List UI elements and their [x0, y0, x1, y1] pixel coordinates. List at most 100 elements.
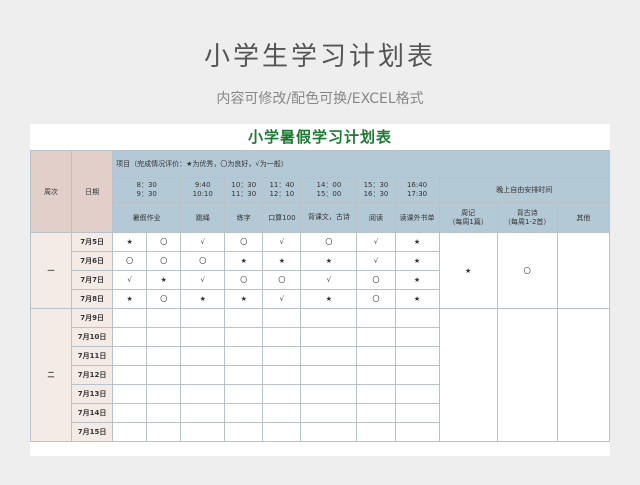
date-cell[interactable]: 7月8日 — [71, 289, 114, 309]
rating-cell[interactable]: ★ — [394, 251, 440, 271]
rating-cell[interactable] — [224, 308, 264, 328]
rating-cell[interactable]: ★ — [146, 270, 182, 290]
weekly-rating-cell[interactable] — [556, 232, 610, 309]
rating-cell[interactable] — [146, 422, 182, 442]
weekly-rating-cell[interactable] — [556, 308, 610, 442]
rating-cell[interactable] — [180, 308, 226, 328]
rating-cell[interactable]: √ — [180, 232, 226, 252]
rating-cell[interactable]: ★ — [394, 232, 440, 252]
rating-cell[interactable]: ★ — [112, 289, 148, 309]
rating-cell[interactable]: √ — [180, 270, 226, 290]
rating-cell[interactable]: √ — [356, 232, 396, 252]
rating-cell[interactable] — [224, 384, 264, 404]
rating-cell[interactable] — [394, 346, 440, 366]
weekly-rating-cell[interactable]: ★ — [438, 232, 498, 309]
rating-cell[interactable] — [262, 346, 302, 366]
rating-cell[interactable] — [356, 422, 396, 442]
rating-cell[interactable] — [300, 365, 358, 385]
rating-cell[interactable]: ★ — [262, 251, 302, 271]
rating-cell[interactable] — [356, 365, 396, 385]
rating-cell[interactable] — [112, 365, 148, 385]
rating-cell[interactable] — [300, 403, 358, 423]
rating-cell[interactable] — [146, 365, 182, 385]
rating-cell[interactable] — [146, 384, 182, 404]
rating-cell[interactable]: √ — [262, 232, 302, 252]
rating-cell[interactable] — [300, 384, 358, 404]
rating-cell[interactable] — [180, 384, 226, 404]
weekly-rating-cell[interactable]: 〇 — [496, 232, 558, 309]
rating-cell[interactable] — [112, 403, 148, 423]
rating-cell[interactable] — [394, 365, 440, 385]
rating-cell[interactable] — [356, 384, 396, 404]
rating-cell[interactable] — [262, 403, 302, 423]
rating-cell[interactable] — [146, 308, 182, 328]
rating-cell[interactable] — [394, 308, 440, 328]
rating-cell[interactable] — [300, 308, 358, 328]
rating-cell[interactable] — [224, 403, 264, 423]
rating-cell[interactable]: √ — [356, 251, 396, 271]
rating-cell[interactable]: 〇 — [224, 232, 264, 252]
rating-cell[interactable]: ★ — [224, 289, 264, 309]
rating-cell[interactable]: ★ — [394, 270, 440, 290]
rating-cell[interactable] — [112, 308, 148, 328]
rating-cell[interactable]: ★ — [112, 232, 148, 252]
rating-cell[interactable] — [112, 384, 148, 404]
rating-cell[interactable] — [262, 422, 302, 442]
rating-cell[interactable] — [356, 346, 396, 366]
rating-cell[interactable] — [180, 422, 226, 442]
rating-cell[interactable] — [224, 422, 264, 442]
rating-cell[interactable] — [224, 327, 264, 347]
date-cell[interactable]: 7月15日 — [71, 422, 114, 442]
rating-cell[interactable]: ★ — [180, 289, 226, 309]
rating-cell[interactable] — [146, 327, 182, 347]
rating-cell[interactable] — [224, 346, 264, 366]
date-cell[interactable]: 7月12日 — [71, 365, 114, 385]
rating-cell[interactable] — [394, 403, 440, 423]
rating-cell[interactable]: 〇 — [224, 270, 264, 290]
weekly-rating-cell[interactable] — [438, 308, 498, 442]
rating-cell[interactable] — [262, 308, 302, 328]
date-cell[interactable]: 7月5日 — [71, 232, 114, 252]
rating-cell[interactable]: 〇 — [112, 251, 148, 271]
rating-cell[interactable]: 〇 — [356, 289, 396, 309]
rating-cell[interactable] — [394, 384, 440, 404]
rating-cell[interactable] — [356, 308, 396, 328]
rating-cell[interactable] — [356, 327, 396, 347]
rating-cell[interactable] — [180, 365, 226, 385]
rating-cell[interactable]: 〇 — [180, 251, 226, 271]
rating-cell[interactable]: 〇 — [262, 270, 302, 290]
rating-cell[interactable]: ★ — [394, 289, 440, 309]
weekly-rating-cell[interactable] — [496, 308, 558, 442]
rating-cell[interactable] — [224, 365, 264, 385]
rating-cell[interactable] — [394, 327, 440, 347]
date-cell[interactable]: 7月7日 — [71, 270, 114, 290]
date-cell[interactable]: 7月9日 — [71, 308, 114, 328]
rating-cell[interactable]: 〇 — [146, 289, 182, 309]
rating-cell[interactable]: √ — [262, 289, 302, 309]
rating-cell[interactable] — [300, 327, 358, 347]
rating-cell[interactable]: 〇 — [146, 232, 182, 252]
rating-cell[interactable] — [146, 403, 182, 423]
rating-cell[interactable]: √ — [112, 270, 148, 290]
rating-cell[interactable] — [112, 346, 148, 366]
rating-cell[interactable] — [262, 327, 302, 347]
rating-cell[interactable] — [300, 346, 358, 366]
rating-cell[interactable] — [180, 403, 226, 423]
rating-cell[interactable] — [394, 422, 440, 442]
rating-cell[interactable]: √ — [300, 270, 358, 290]
rating-cell[interactable] — [112, 327, 148, 347]
date-cell[interactable]: 7月14日 — [71, 403, 114, 423]
rating-cell[interactable] — [356, 403, 396, 423]
rating-cell[interactable] — [146, 346, 182, 366]
rating-cell[interactable] — [180, 327, 226, 347]
date-cell[interactable]: 7月6日 — [71, 251, 114, 271]
rating-cell[interactable] — [112, 422, 148, 442]
date-cell[interactable]: 7月13日 — [71, 384, 114, 404]
rating-cell[interactable] — [180, 346, 226, 366]
rating-cell[interactable]: ★ — [300, 251, 358, 271]
date-cell[interactable]: 7月11日 — [71, 346, 114, 366]
rating-cell[interactable]: 〇 — [356, 270, 396, 290]
rating-cell[interactable]: ★ — [300, 289, 358, 309]
rating-cell[interactable]: ★ — [224, 251, 264, 271]
rating-cell[interactable]: 〇 — [146, 251, 182, 271]
